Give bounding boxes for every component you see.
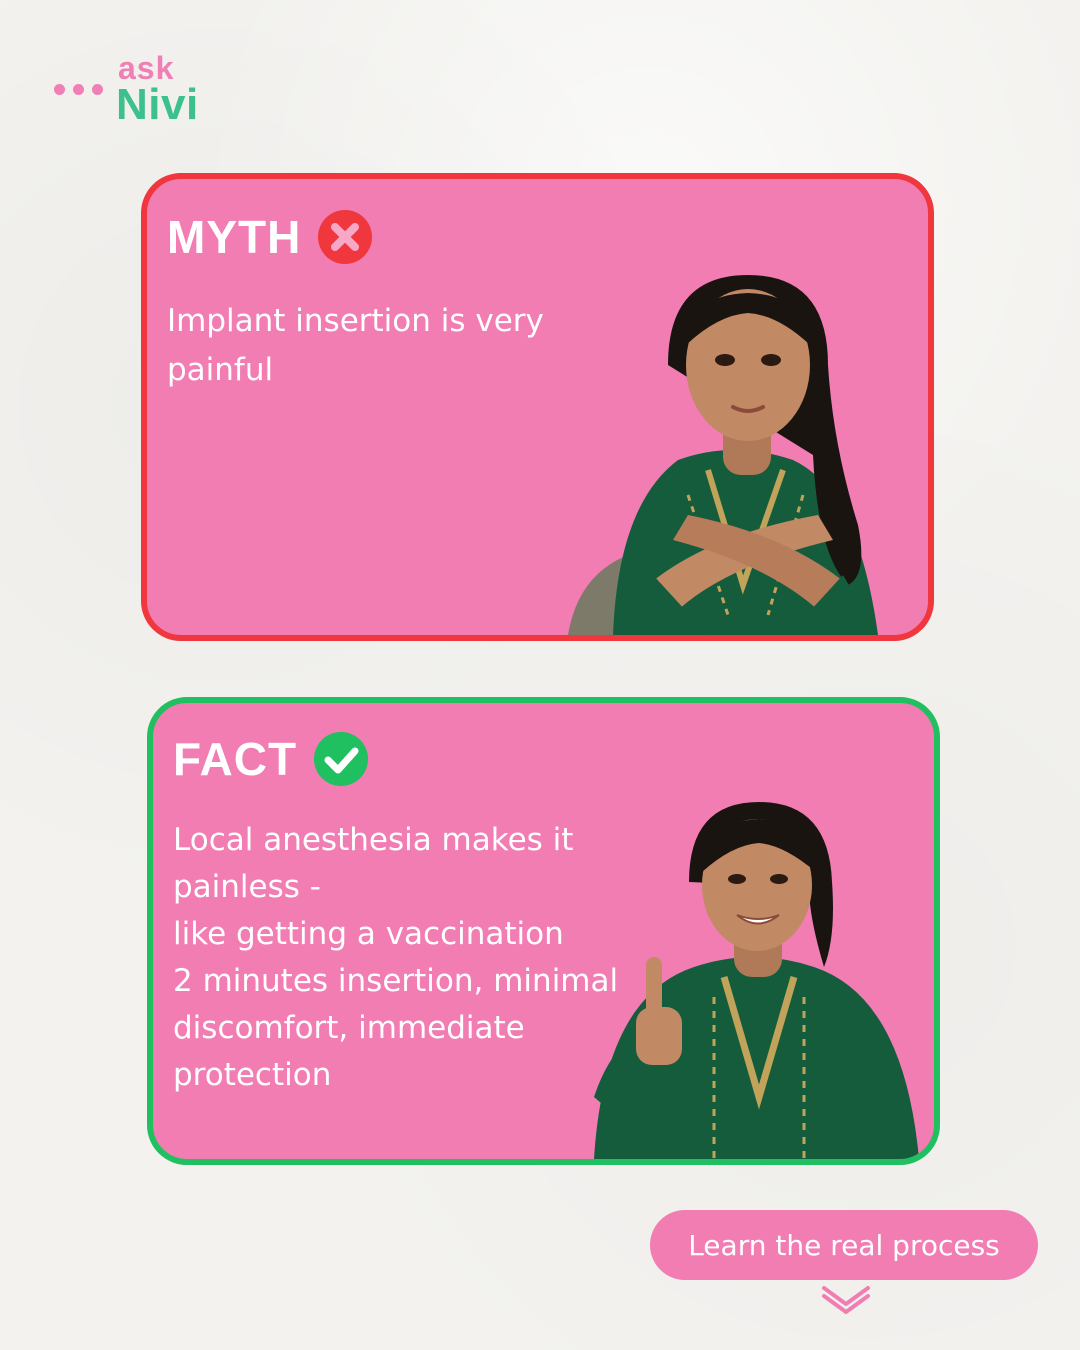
cross-circle-icon bbox=[318, 210, 373, 264]
myth-header: MYTH bbox=[167, 209, 373, 265]
fact-card: FACT Local anesthesia makes it painless … bbox=[147, 697, 940, 1165]
dot bbox=[54, 84, 65, 95]
fact-title: FACT bbox=[173, 733, 298, 785]
myth-title: MYTH bbox=[167, 211, 302, 263]
myth-card: MYTH Implant insertion is very painful bbox=[141, 173, 934, 641]
learn-process-button[interactable]: Learn the real process bbox=[650, 1210, 1038, 1280]
fact-header: FACT bbox=[173, 731, 369, 787]
dot bbox=[92, 84, 103, 95]
check-circle-icon bbox=[314, 732, 369, 786]
woman-crossed-arms-illustration bbox=[568, 275, 878, 635]
woman-thumbs-up-illustration bbox=[594, 802, 919, 1159]
asknivi-logo: ask Nivi bbox=[54, 50, 214, 132]
chevron-down-double-icon[interactable] bbox=[820, 1284, 872, 1314]
dot bbox=[73, 84, 84, 95]
logo-nivi-text: Nivi bbox=[116, 80, 199, 129]
typing-dots-icon bbox=[54, 84, 103, 95]
